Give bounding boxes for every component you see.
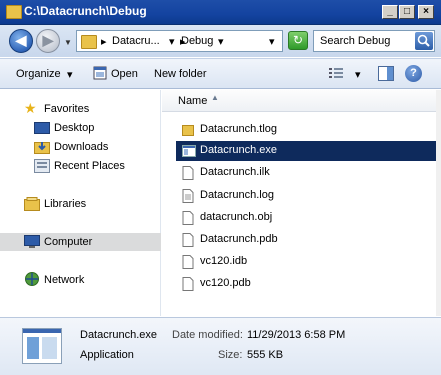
nav-item-recent-places[interactable]: Recent Places (0, 157, 161, 175)
search-placeholder: Search Debug (320, 35, 391, 47)
desktop-icon (34, 122, 50, 137)
title-bar: C:\Datacrunch\Debug _ □ × (0, 0, 441, 25)
folder-icon (182, 123, 194, 137)
folder-icon (6, 5, 22, 19)
minimize-button[interactable]: _ (382, 5, 398, 19)
nav-item-label: Computer (44, 236, 93, 248)
views-icon[interactable] (328, 66, 344, 83)
size-value: 555 KB (247, 349, 284, 361)
nav-item-label: Network (44, 274, 85, 286)
nav-item-label: Favorites (44, 103, 90, 115)
back-button[interactable]: ◀ (9, 29, 33, 53)
file-row[interactable]: datacrunch.obj (176, 208, 437, 228)
address-dropdown-icon[interactable]: ▾ (269, 35, 275, 48)
file-icon (182, 166, 194, 180)
file-icon (182, 211, 194, 225)
close-button[interactable]: × (418, 5, 434, 19)
network-icon (24, 272, 40, 290)
recent-places-icon (34, 159, 50, 176)
file-row[interactable]: Datacrunch.log (176, 186, 437, 206)
history-dropdown-icon[interactable]: ▼ (64, 38, 72, 47)
search-input[interactable]: Search Debug (313, 30, 435, 52)
nav-item-favorites[interactable]: ★ Favorites (0, 100, 161, 118)
maximize-button[interactable]: □ (399, 5, 415, 19)
details-pane: Datacrunch.exe Application Date modified… (0, 317, 441, 375)
file-row[interactable]: Datacrunch.pdb (176, 230, 437, 250)
file-icon (182, 277, 194, 291)
nav-item-computer[interactable]: Computer (0, 233, 161, 251)
nav-item-label: Libraries (44, 198, 87, 210)
file-row[interactable]: vc120.idb (176, 252, 437, 272)
file-name: Datacrunch.ilk (200, 166, 270, 178)
open-icon (93, 66, 107, 83)
breadcrumb-separator[interactable]: ▸ (101, 35, 107, 48)
nav-item-network[interactable]: Network (0, 271, 161, 289)
file-name: Datacrunch.tlog (200, 123, 278, 135)
preview-pane-icon[interactable] (378, 66, 394, 84)
nav-item-desktop[interactable]: Desktop (0, 119, 161, 137)
file-name: vc120.pdb (200, 277, 251, 289)
open-button[interactable]: Open (111, 68, 138, 80)
size-label: Size: (218, 349, 243, 361)
file-icon (182, 233, 194, 247)
nav-item-libraries[interactable]: Libraries (0, 195, 161, 213)
organize-button[interactable]: Organize (16, 68, 61, 80)
details-file-type: Application (80, 349, 134, 361)
file-list-pane: Name ▲ Datacrunch.tlog Datacrunch.exe Da… (162, 90, 441, 316)
file-name: Datacrunch.exe (200, 144, 278, 156)
nav-item-label: Desktop (54, 122, 95, 134)
address-row: ◀ ▶ ▼ ▸ Datacru... ▾ ▸ Debug ▾ ▾ ↻ Searc… (0, 25, 441, 57)
computer-icon (24, 235, 40, 252)
file-name: Datacrunch.log (200, 189, 274, 201)
new-folder-button[interactable]: New folder (154, 68, 207, 80)
folder-icon (81, 35, 97, 49)
application-icon (182, 144, 196, 158)
file-row[interactable]: vc120.pdb (176, 274, 437, 294)
address-bar[interactable]: ▸ Datacru... ▾ ▸ Debug ▾ ▾ (76, 30, 283, 52)
search-icon[interactable] (415, 32, 433, 50)
file-name: datacrunch.obj (200, 211, 273, 223)
forward-button[interactable]: ▶ (36, 29, 60, 53)
views-chevron-icon[interactable]: ▾ (355, 68, 361, 81)
sort-ascending-icon: ▲ (211, 93, 219, 102)
file-icon (182, 255, 194, 269)
nav-item-downloads[interactable]: Downloads (0, 138, 161, 156)
file-name: Datacrunch.pdb (200, 233, 278, 245)
vertical-scrollbar[interactable] (436, 90, 441, 316)
window-title: C:\Datacrunch\Debug (24, 4, 147, 18)
refresh-button[interactable]: ↻ (288, 31, 308, 50)
file-name: vc120.idb (200, 255, 248, 267)
organize-chevron-icon[interactable]: ▾ (67, 68, 73, 81)
nav-item-label: Downloads (54, 141, 109, 153)
downloads-icon (34, 140, 50, 157)
column-header-label: Name (178, 95, 208, 107)
breadcrumb-datacrunch[interactable]: Datacru... (112, 35, 160, 47)
column-header-name[interactable]: Name ▲ (162, 90, 436, 112)
star-icon: ★ (24, 100, 37, 116)
navigation-pane: ★ Favorites Desktop Downloads Recent Pla… (0, 90, 161, 316)
date-modified-value: 11/29/2013 6:58 PM (247, 329, 346, 341)
breadcrumb-datacrunch-chevron-icon[interactable]: ▾ (169, 35, 175, 48)
command-bar: Organize ▾ Open New folder ▾ ? (0, 58, 441, 89)
libraries-icon (24, 197, 40, 214)
file-row[interactable]: Datacrunch.exe (176, 141, 437, 161)
text-file-icon (182, 189, 194, 203)
breadcrumb-debug-chevron-icon[interactable]: ▾ (218, 35, 224, 48)
file-row[interactable]: Datacrunch.ilk (176, 163, 437, 183)
help-button[interactable]: ? (405, 65, 422, 82)
breadcrumb-debug[interactable]: Debug (181, 35, 213, 47)
application-icon (22, 328, 62, 364)
file-row[interactable]: Datacrunch.tlog (176, 120, 437, 140)
details-file-name: Datacrunch.exe (80, 329, 158, 341)
date-modified-label: Date modified: (172, 329, 243, 341)
nav-item-label: Recent Places (54, 160, 125, 172)
